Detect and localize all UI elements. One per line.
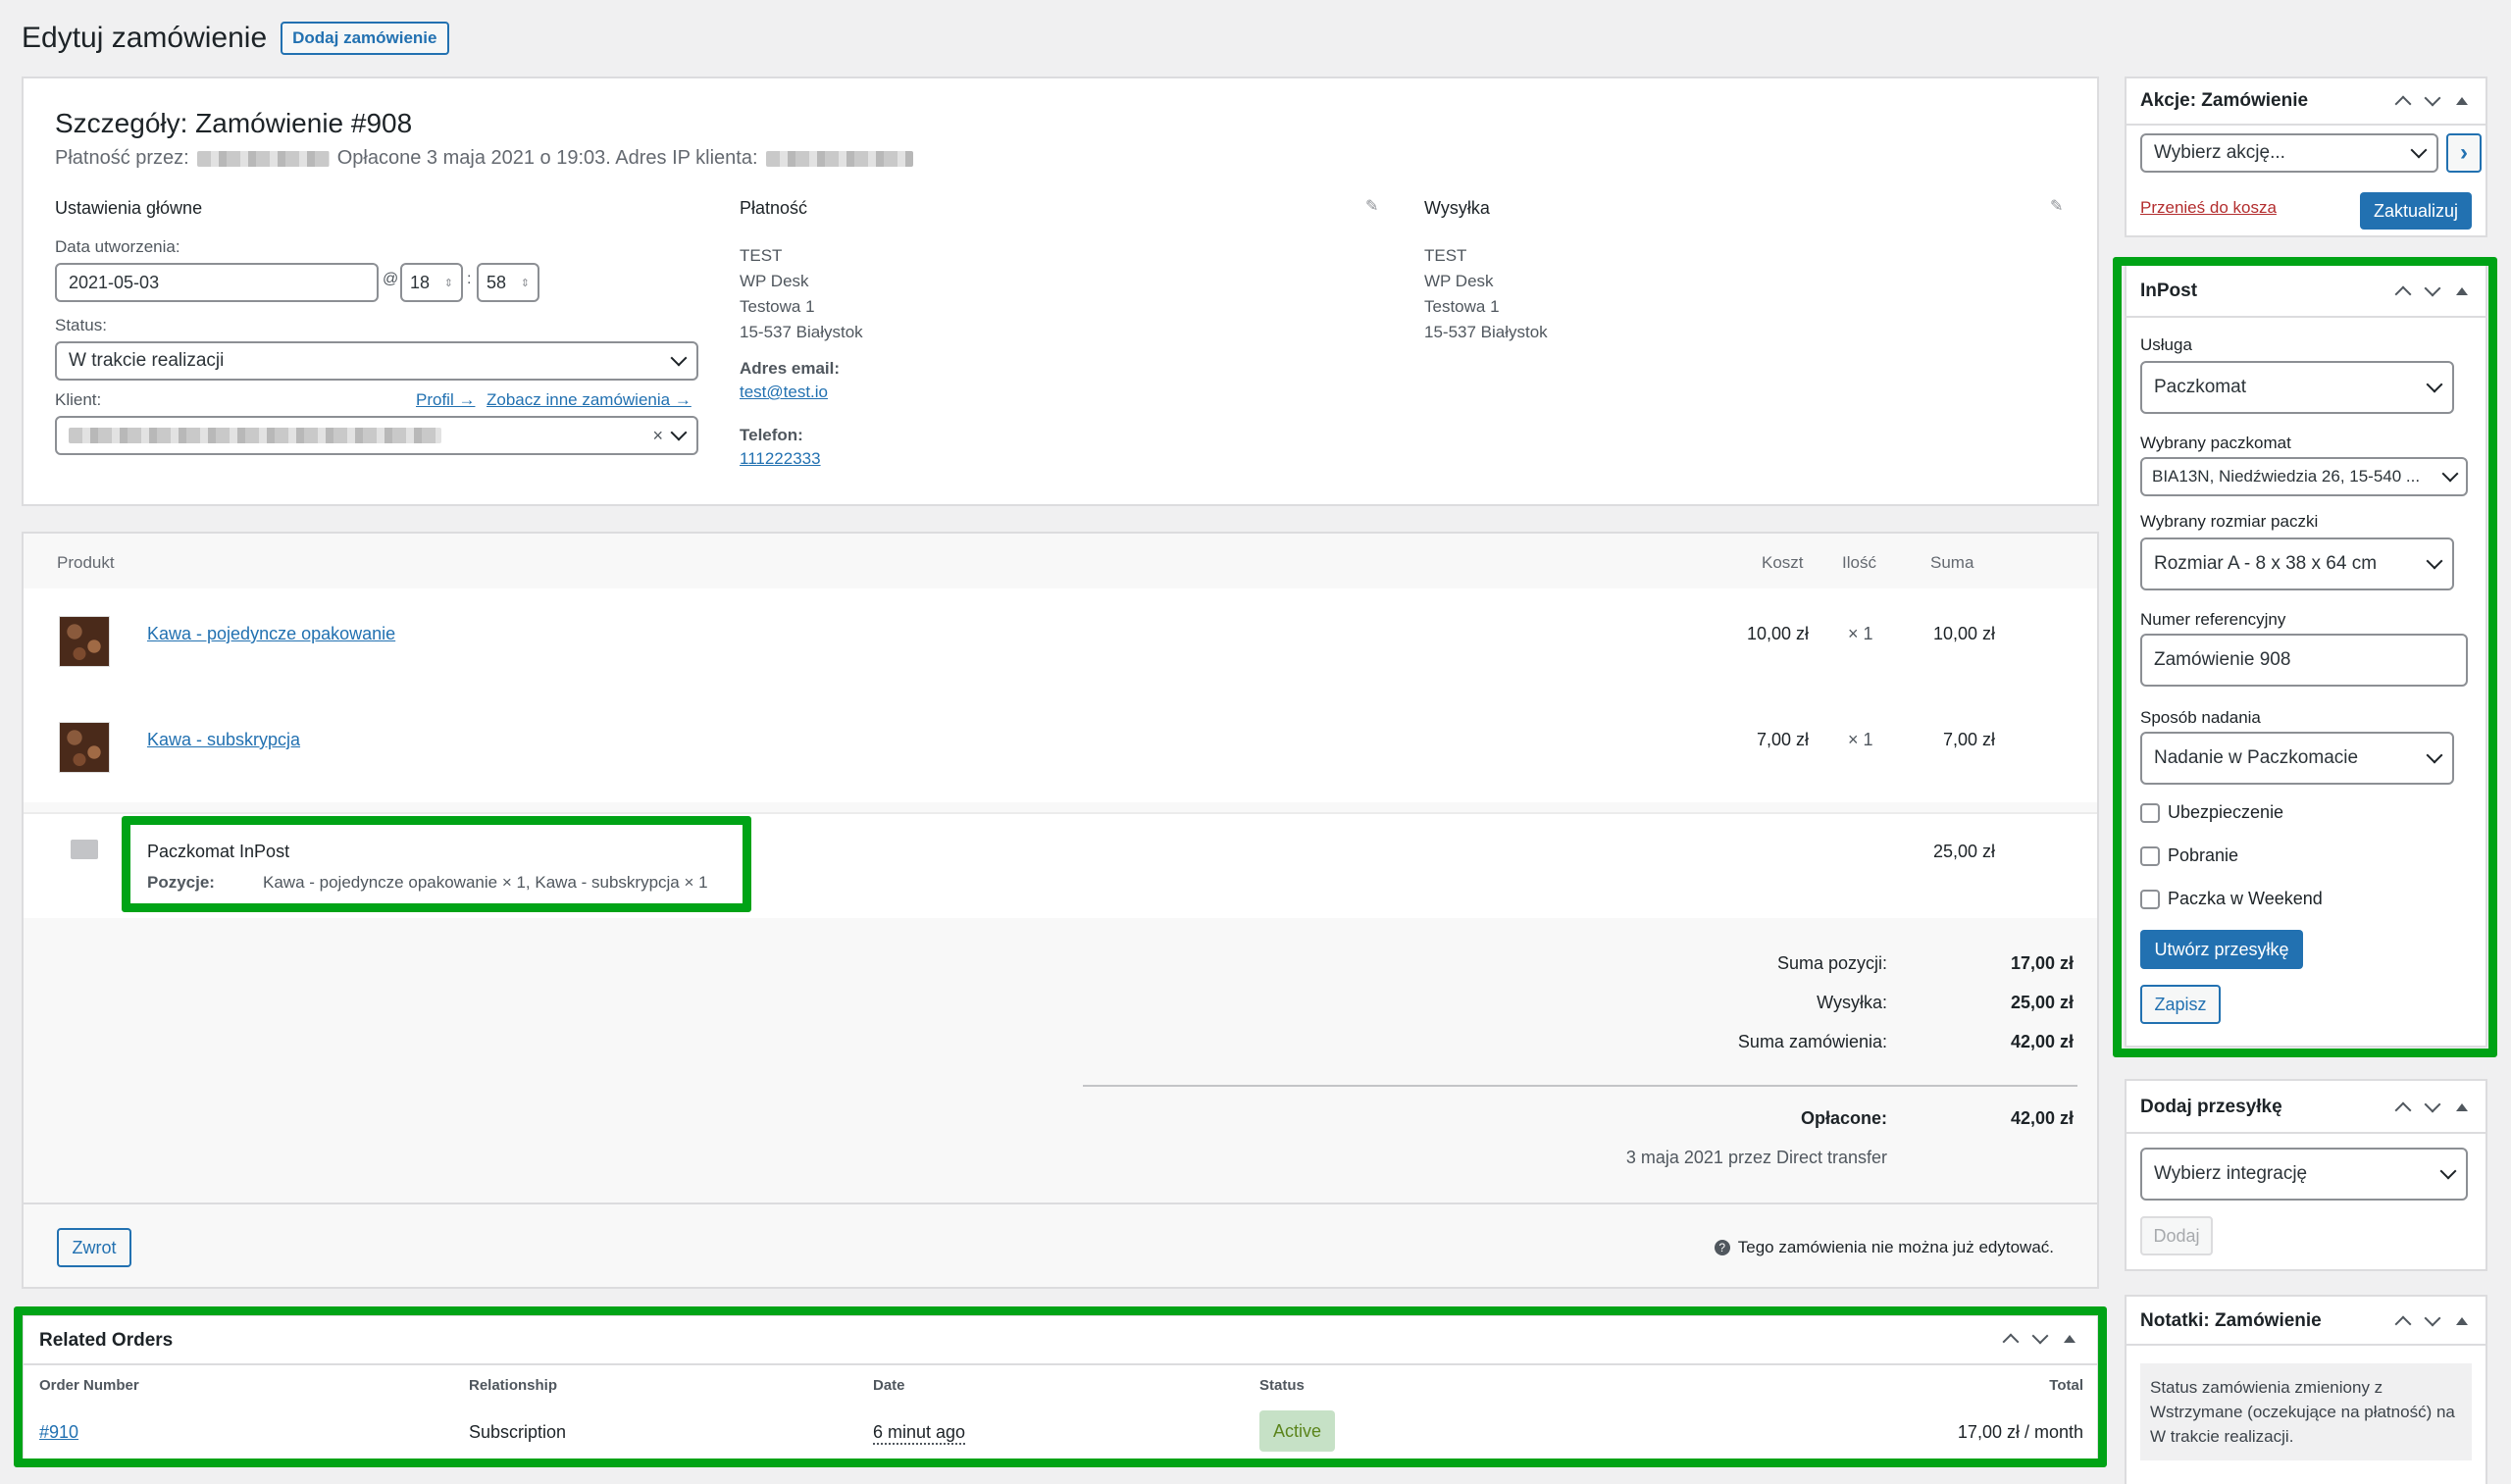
col-total: Suma bbox=[1930, 553, 1974, 572]
client-label: Klient: bbox=[55, 390, 102, 409]
move-up-icon[interactable] bbox=[2394, 1315, 2412, 1333]
client-redacted bbox=[69, 428, 441, 443]
time-colon: : bbox=[467, 271, 472, 287]
actions-title: Akcje: Zamówienie bbox=[2140, 90, 2309, 111]
other-orders-link[interactable]: Zobacz inne zamówienia → bbox=[487, 390, 692, 410]
edit-billing-icon[interactable]: ✎ bbox=[1365, 196, 1378, 216]
panel-controls bbox=[2394, 89, 2468, 113]
add-shipment-title: Dodaj przesyłkę bbox=[2140, 1097, 2282, 1117]
divider bbox=[2127, 124, 2485, 126]
table-row: Kawa - subskrypcja 7,00 zł × 1 7,00 zł bbox=[24, 694, 2097, 800]
action-select[interactable]: Wybierz akcję... bbox=[2140, 133, 2438, 173]
order-actions-box: Akcje: Zamówienie Wybierz akcję... › Prz… bbox=[2125, 77, 2487, 237]
product-thumbnail bbox=[59, 616, 110, 667]
help-icon: ? bbox=[1714, 1240, 1730, 1255]
items-list: Kawa - pojedyncze opakowanie 10,00 zł × … bbox=[24, 588, 2097, 802]
at-sign: @ bbox=[383, 271, 399, 287]
date-input[interactable]: 2021-05-03 bbox=[55, 263, 379, 302]
phone-link[interactable]: 111222333 bbox=[740, 449, 821, 469]
panel-controls bbox=[2394, 1096, 2468, 1119]
chevron-down-icon bbox=[2410, 141, 2428, 159]
product-thumbnail bbox=[59, 722, 110, 773]
divider bbox=[2127, 1132, 2485, 1134]
total-order-row: Suma zamówienia: 42,00 zł bbox=[1737, 1032, 2074, 1051]
add-shipment-button[interactable]: Dodaj bbox=[2140, 1216, 2213, 1255]
billing-address: TEST WP Desk Testowa 1 15-537 Białystok bbox=[740, 246, 863, 341]
truck-icon bbox=[71, 840, 98, 859]
notes-title: Notatki: Zamówienie bbox=[2140, 1310, 2322, 1331]
col-cost: Koszt bbox=[1762, 553, 1804, 572]
billing-title: Płatność bbox=[740, 198, 808, 218]
move-down-icon[interactable] bbox=[2424, 1309, 2441, 1327]
email-link[interactable]: test@test.io bbox=[740, 383, 828, 402]
collapse-icon[interactable] bbox=[2456, 1103, 2468, 1111]
email-label: Adres email: bbox=[740, 359, 841, 378]
panel-controls bbox=[2394, 1309, 2468, 1333]
page-title: Edytuj zamówienie bbox=[22, 22, 268, 54]
payment-method-redacted bbox=[196, 150, 330, 167]
add-order-button[interactable]: Dodaj zamówienie bbox=[281, 22, 449, 55]
order-meta: Płatność przez: Opłacone 3 maja 2021 o 1… bbox=[55, 147, 913, 170]
total-shipping-row: Wysyłka: 25,00 zł bbox=[1817, 993, 2074, 1012]
paid-note-row: 3 maja 2021 przez Direct transfer bbox=[1625, 1148, 1887, 1167]
chevron-down-icon bbox=[670, 349, 688, 367]
page-header: Edytuj zamówienie Dodaj zamówienie bbox=[22, 22, 449, 55]
item-cost: 7,00 zł bbox=[1756, 730, 1809, 749]
status-label: Status: bbox=[55, 316, 107, 334]
spinner-icon: ⇕ bbox=[443, 277, 453, 289]
items-footer: Zwrot ? Tego zamówienia nie można już ed… bbox=[24, 1203, 2097, 1287]
shipping-title: Wysyłka bbox=[1424, 198, 1490, 218]
collapse-icon[interactable] bbox=[2456, 1317, 2468, 1325]
edit-shipping-icon[interactable]: ✎ bbox=[2050, 196, 2063, 216]
total-paid-row: Opłacone: 42,00 zł bbox=[1800, 1108, 2074, 1128]
inpost-highlight bbox=[2113, 257, 2497, 1057]
order-notes-box: Notatki: Zamówienie Status zamówienia zm… bbox=[2125, 1295, 2487, 1484]
minute-input[interactable]: 58 ⇕ bbox=[477, 263, 539, 302]
collapse-icon[interactable] bbox=[2456, 97, 2468, 105]
order-details-panel: Szczegóły: Zamówienie #908 Płatność prze… bbox=[22, 77, 2099, 506]
apply-action-button[interactable]: › bbox=[2446, 133, 2482, 173]
profile-link[interactable]: Profil → bbox=[416, 390, 475, 410]
move-down-icon[interactable] bbox=[2424, 89, 2441, 107]
spinner-icon: ⇕ bbox=[520, 277, 530, 289]
move-up-icon[interactable] bbox=[2394, 95, 2412, 113]
divider bbox=[2127, 1344, 2485, 1346]
product-link[interactable]: Kawa - subskrypcja bbox=[147, 730, 300, 750]
total-items-row: Suma pozycji: 17,00 zł bbox=[1776, 953, 2074, 973]
item-total: 7,00 zł bbox=[1942, 730, 1995, 749]
status-select[interactable]: W trakcie realizacji bbox=[55, 341, 698, 381]
chevron-down-icon bbox=[2439, 1162, 2457, 1180]
hour-input[interactable]: 18 ⇕ bbox=[400, 263, 463, 302]
shipping-line-total: 25,00 zł bbox=[1932, 842, 1995, 861]
col-product: Produkt bbox=[57, 553, 115, 572]
table-row: Kawa - pojedyncze opakowanie 10,00 zł × … bbox=[24, 588, 2097, 694]
col-qty: Ilość bbox=[1842, 553, 1876, 572]
order-heading: Szczegóły: Zamówienie #908 bbox=[55, 108, 413, 138]
phone-label: Telefon: bbox=[740, 426, 803, 444]
item-total: 10,00 zł bbox=[1932, 624, 1995, 643]
not-editable-notice: ? Tego zamówienia nie można już edytować… bbox=[1714, 1238, 2054, 1257]
shipping-highlight bbox=[122, 816, 751, 912]
order-note: Status zamówienia zmieniony z Wstrzymane… bbox=[2140, 1363, 2472, 1460]
ip-redacted bbox=[765, 150, 913, 167]
refund-button[interactable]: Zwrot bbox=[57, 1228, 131, 1267]
client-select[interactable]: × bbox=[55, 416, 698, 455]
move-down-icon[interactable] bbox=[2424, 1096, 2441, 1113]
add-shipment-box: Dodaj przesyłkę Wybierz integrację Dodaj bbox=[2125, 1079, 2487, 1271]
chevron-down-icon bbox=[670, 424, 688, 441]
move-up-icon[interactable] bbox=[2394, 1101, 2412, 1119]
created-label: Data utworzenia: bbox=[55, 237, 180, 256]
item-cost: 10,00 zł bbox=[1746, 624, 1809, 643]
shipping-address: TEST WP Desk Testowa 1 15-537 Białystok bbox=[1424, 246, 1548, 341]
update-button[interactable]: Zaktualizuj bbox=[2360, 192, 2472, 230]
totals-block: Suma pozycji: 17,00 zł Wysyłka: 25,00 zł S… bbox=[1083, 953, 2077, 1177]
trash-link[interactable]: Przenieś do kosza bbox=[2140, 198, 2277, 218]
product-link[interactable]: Kawa - pojedyncze opakowanie bbox=[147, 624, 395, 644]
clear-icon[interactable]: × bbox=[652, 426, 663, 446]
related-highlight bbox=[14, 1306, 2107, 1467]
general-title: Ustawienia główne bbox=[55, 198, 203, 218]
totals-divider bbox=[1083, 1085, 2077, 1087]
integration-select[interactable]: Wybierz integrację bbox=[2140, 1148, 2468, 1201]
